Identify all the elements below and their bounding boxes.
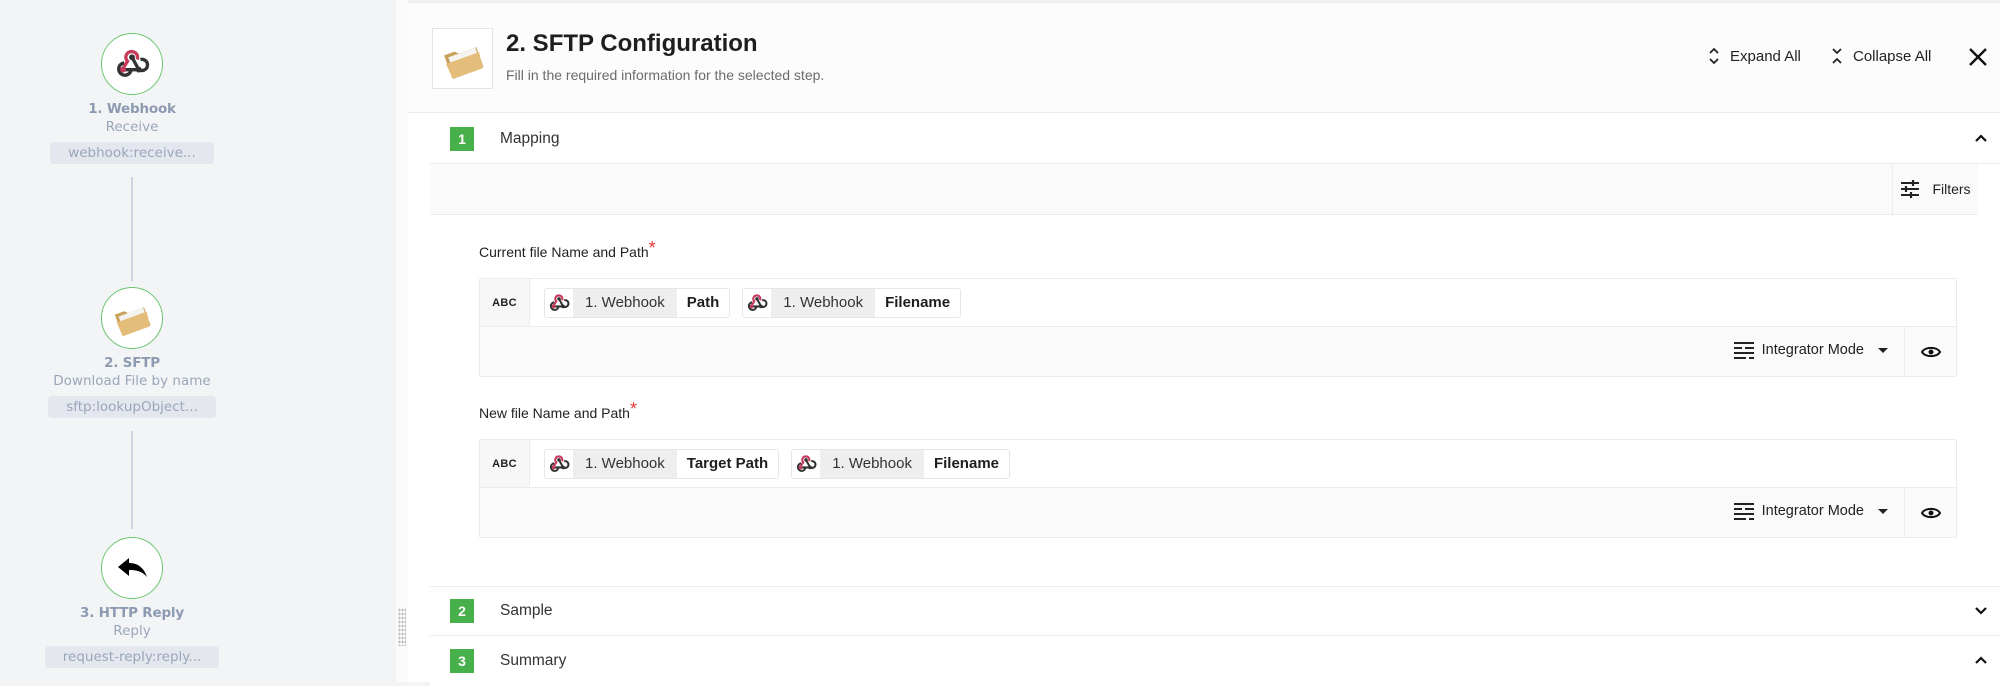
webhook-icon — [795, 453, 817, 475]
page-subtitle: Fill in the required information for the… — [506, 67, 825, 83]
flow-step-code: webhook:receive... — [50, 142, 214, 164]
chevron-down-icon[interactable] — [1974, 604, 1988, 618]
panel-header: 2. SFTP Configuration Fill in the requir… — [408, 3, 2000, 113]
integrator-mode-dropdown[interactable]: Integrator Mode — [1733, 341, 1888, 359]
caret-down-icon — [1878, 508, 1888, 514]
token-step: 1. Webhook — [573, 449, 677, 478]
section-label: Sample — [500, 602, 553, 619]
flow-step-sftp[interactable]: 2. SFTP Download File by name sftp:looku… — [0, 287, 264, 418]
folder-icon — [112, 298, 152, 338]
panel-splitter[interactable] — [396, 0, 408, 682]
eye-icon — [1920, 507, 1941, 519]
close-icon — [1969, 48, 1987, 66]
mapping-token[interactable]: 1. Webhook Target Path — [544, 448, 780, 479]
token-step: 1. Webhook — [820, 449, 924, 478]
mapping-token[interactable]: 1. Webhook Filename — [791, 448, 1010, 479]
token-field: Path — [686, 294, 720, 311]
mapping-token[interactable]: 1. Webhook Filename — [742, 287, 962, 318]
flow-step-webhook[interactable]: 1. Webhook Receive webhook:receive... — [0, 33, 264, 164]
mode-lines-icon — [1733, 503, 1754, 520]
filters-button[interactable]: Filters — [1892, 164, 1978, 214]
flow-step-icon-circle — [101, 287, 163, 349]
page-title: 2. SFTP Configuration — [506, 30, 758, 57]
webhook-icon — [746, 292, 768, 314]
flow-step-icon-circle — [101, 33, 163, 95]
caret-down-icon — [1878, 347, 1888, 353]
token-field: Filename — [933, 455, 999, 472]
integrator-mode-label: Integrator Mode — [1761, 342, 1864, 358]
integrator-mode-dropdown[interactable]: Integrator Mode — [1733, 502, 1888, 520]
token-field: Target Path — [686, 455, 769, 472]
field-label-text: New file Name and Path — [479, 405, 630, 421]
preview-button[interactable] — [1904, 488, 1956, 538]
expand-all-button[interactable]: Expand All — [1708, 47, 1801, 65]
mode-lines-icon — [1733, 342, 1754, 359]
field-label-new-file: New file Name and Path* — [479, 399, 637, 423]
required-asterisk: * — [629, 399, 637, 419]
flow-panel: 1. Webhook Receive webhook:receive... 2.… — [0, 0, 396, 682]
flow-step-http-reply[interactable]: 3. HTTP Reply Reply request-reply:reply.… — [0, 537, 264, 668]
section-label: Summary — [500, 652, 567, 669]
flow-step-subtitle: Reply — [113, 623, 151, 639]
collapse-all-button[interactable]: Collapse All — [1831, 47, 1931, 65]
step-icon-box — [432, 28, 493, 89]
section-mapping-header[interactable]: 1 Mapping — [430, 114, 2000, 164]
section-label: Mapping — [500, 129, 560, 147]
flow-step-icon-circle — [101, 537, 163, 599]
eye-icon — [1920, 346, 1941, 358]
type-badge: ABC — [480, 440, 530, 487]
required-asterisk: * — [648, 238, 656, 258]
preview-button[interactable] — [1904, 327, 1956, 377]
mapping-token[interactable]: 1. Webhook Path — [544, 287, 731, 318]
expression-editor[interactable]: ABC 1. Webhook Target Path 1. Webhook Fi… — [480, 440, 1956, 488]
chevron-up-icon[interactable] — [1974, 653, 1988, 667]
webhook-icon — [548, 453, 570, 475]
flow-step-code: request-reply:reply... — [44, 646, 220, 668]
flow-step-title: 3. HTTP Reply — [80, 605, 184, 621]
filters-bar: Filters — [430, 164, 1978, 215]
webhook-icon — [114, 46, 150, 82]
close-button[interactable] — [1968, 47, 1988, 72]
flow-step-title: 2. SFTP — [104, 355, 160, 371]
flow-step-code: sftp:lookupObject... — [48, 396, 216, 418]
field-label-current-file: Current file Name and Path* — [479, 238, 656, 262]
integrator-mode-label: Integrator Mode — [1761, 503, 1864, 519]
section-number-badge: 2 — [450, 599, 474, 623]
section-number-badge: 1 — [450, 126, 474, 151]
reply-arrow-icon — [118, 558, 147, 577]
webhook-icon — [548, 292, 570, 314]
token-field: Filename — [885, 294, 951, 311]
collapse-icon — [1832, 48, 1842, 64]
expand-icon — [1709, 47, 1719, 65]
flow-step-subtitle: Download File by name — [53, 373, 211, 389]
section-sample-header[interactable]: 2 Sample — [430, 586, 2000, 636]
new-file-input[interactable]: ABC 1. Webhook Target Path 1. Webhook Fi… — [479, 439, 1957, 538]
chevron-up-icon[interactable] — [1974, 131, 1988, 145]
field-label-text: Current file Name and Path — [479, 244, 649, 260]
filters-label: Filters — [1932, 181, 1971, 197]
type-badge: ABC — [480, 279, 530, 326]
section-number-badge: 3 — [450, 649, 474, 673]
flow-connector — [131, 431, 133, 529]
token-step: 1. Webhook — [573, 288, 677, 317]
expression-editor[interactable]: ABC 1. Webhook Path 1. Webhook Filename — [480, 279, 1956, 327]
flow-connector — [131, 177, 133, 281]
section-summary-header[interactable]: 3 Summary — [430, 636, 2000, 686]
folder-icon — [441, 37, 485, 81]
current-file-input[interactable]: ABC 1. Webhook Path 1. Webhook Filename … — [479, 278, 1957, 377]
step-config-panel: 2. SFTP Configuration Fill in the requir… — [408, 0, 2000, 686]
expand-all-label: Expand All — [1730, 47, 1801, 65]
collapse-all-label: Collapse All — [1853, 47, 1932, 65]
drag-handle-icon[interactable] — [398, 608, 406, 646]
token-step: 1. Webhook — [771, 288, 876, 317]
filters-icon — [1901, 180, 1920, 198]
flow-step-title: 1. Webhook — [88, 101, 176, 117]
flow-step-subtitle: Receive — [105, 119, 159, 135]
